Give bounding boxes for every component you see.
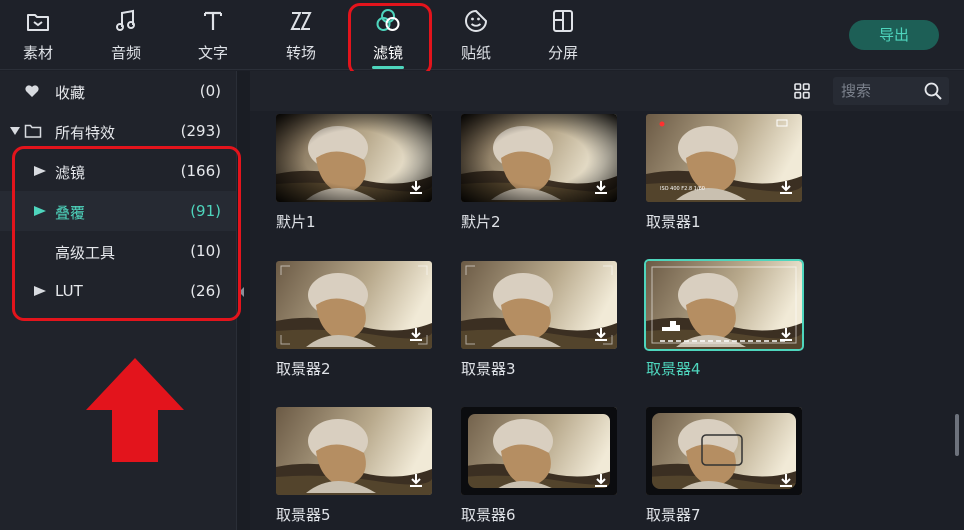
collapse-sidebar-icon[interactable] (239, 287, 244, 297)
music-note-icon (116, 9, 135, 31)
effect-thumbnail-card[interactable]: 取景器7 (646, 407, 802, 525)
effect-preview-image[interactable] (461, 407, 617, 495)
tab-stickers[interactable]: 贴纸 (440, 0, 512, 70)
svg-text:ISO 400 F2.8 1/60: ISO 400 F2.8 1/60 (660, 186, 705, 192)
effect-thumbnail-card[interactable]: 取景器2 (276, 261, 432, 379)
effect-thumbnail-label: 取景器7 (646, 506, 701, 524)
effect-preview-image[interactable] (646, 407, 802, 495)
effect-preview-image[interactable] (644, 259, 804, 351)
tab-split-screen[interactable]: 分屏 (527, 0, 599, 70)
sidebar-item-filters[interactable]: 滤镜 (166) (0, 151, 236, 191)
play-triangle-icon (34, 286, 46, 296)
tab-audio[interactable]: 音频 (90, 0, 162, 70)
search-icon[interactable] (923, 81, 943, 101)
effect-thumbnail-label: 取景器4 (646, 360, 701, 378)
effect-thumbnail-label: 默片1 (276, 213, 316, 231)
sidebar-item-label: 收藏 (55, 84, 86, 102)
sidebar-item-count: (166) (180, 162, 221, 180)
effect-thumbnail-label: 默片2 (461, 213, 501, 231)
tab-audio-label: 音频 (110, 44, 141, 62)
effect-thumbnail-card[interactable]: 默片2 (461, 114, 617, 232)
sidebar-item-favorites[interactable]: 收藏 (0) (0, 71, 236, 111)
sidebar-item-count: (91) (190, 202, 221, 220)
export-button[interactable]: 导出 (849, 20, 939, 50)
sidebar-item-label: LUT (55, 282, 83, 300)
filter-circles-icon (376, 9, 400, 31)
active-tab-indicator (372, 66, 404, 69)
tab-transition-label: 转场 (285, 44, 316, 62)
tab-text[interactable]: 文字 (177, 0, 249, 70)
effect-thumbnail-card[interactable]: 取景器6 (461, 407, 617, 525)
effect-thumbnail-card[interactable]: 取景器5 (276, 407, 432, 525)
heart-icon (25, 85, 39, 97)
effect-preview-image[interactable] (276, 114, 432, 202)
sidebar-item-advanced-tools[interactable]: 高级工具 (10) (0, 231, 236, 271)
sidebar-item-overlays[interactable]: 叠覆 (91) (0, 191, 236, 231)
download-icon[interactable] (778, 179, 794, 195)
sidebar-item-count: (293) (180, 122, 221, 140)
search-input[interactable] (841, 81, 921, 101)
text-icon (204, 11, 222, 30)
tab-filters[interactable]: 滤镜 (352, 0, 424, 70)
sidebar-item-label: 滤镜 (55, 164, 86, 182)
sidebar-item-count: (26) (190, 282, 221, 300)
effect-thumbnail-card[interactable]: 取景器4 (644, 259, 804, 379)
effect-thumbnail-card[interactable]: 默片1 (276, 114, 432, 232)
effect-thumbnail-label: 取景器3 (461, 360, 516, 378)
sticker-smiley-icon (465, 9, 488, 32)
effect-thumbnail-label: 取景器5 (276, 506, 331, 524)
effect-preview-image[interactable] (276, 261, 432, 349)
sidebar-item-label: 叠覆 (55, 204, 86, 222)
tab-transition[interactable]: 转场 (265, 0, 337, 70)
download-icon[interactable] (408, 472, 424, 488)
sidebar-item-label: 所有特效 (55, 124, 116, 142)
play-triangle-icon (34, 206, 46, 216)
tab-media[interactable]: 素材 (2, 0, 74, 70)
effect-thumbnail-label: 取景器2 (276, 360, 331, 378)
effect-preview-image[interactable] (276, 407, 432, 495)
content-scrollbar[interactable] (955, 414, 959, 456)
download-icon[interactable] (408, 179, 424, 195)
effect-preview-image[interactable] (461, 261, 617, 349)
effect-preview-image[interactable]: ISO 400 F2.8 1/60 (646, 114, 802, 202)
tab-media-label: 素材 (22, 44, 53, 62)
download-icon[interactable] (593, 326, 609, 342)
effect-thumbnail-card[interactable]: ISO 400 F2.8 1/60 取景器1 (646, 114, 802, 232)
sidebar-item-count: (0) (199, 82, 221, 100)
download-icon[interactable] (778, 326, 794, 342)
sidebar-item-count: (10) (190, 242, 221, 260)
download-icon[interactable] (593, 472, 609, 488)
top-toolbar: 素材 音频 文字 转场 滤镜 贴纸 分屏 导出 (0, 0, 964, 70)
grid-view-icon[interactable] (792, 81, 812, 101)
chevron-down-icon[interactable] (10, 127, 20, 135)
sidebar-divider[interactable] (236, 71, 250, 530)
content-header (250, 71, 964, 111)
folder-icon (27, 14, 49, 31)
search-box[interactable] (833, 77, 949, 105)
folder-icon (24, 124, 42, 138)
tab-stickers-label: 贴纸 (460, 44, 491, 62)
annotation-up-arrow-icon (86, 358, 184, 462)
download-icon[interactable] (593, 179, 609, 195)
effect-thumbnail-label: 取景器1 (646, 213, 701, 231)
transition-icon (290, 12, 312, 30)
split-screen-icon (553, 10, 573, 32)
effect-thumbnail-label: 取景器6 (461, 506, 516, 524)
effect-thumbnail-card[interactable]: 取景器3 (461, 261, 617, 379)
sidebar-item-label: 高级工具 (55, 244, 116, 262)
tab-filters-label: 滤镜 (372, 44, 403, 62)
download-icon[interactable] (778, 472, 794, 488)
tab-split-screen-label: 分屏 (547, 44, 578, 62)
sidebar-item-lut[interactable]: LUT (26) (0, 271, 236, 311)
download-icon[interactable] (408, 326, 424, 342)
sidebar-item-all-effects[interactable]: 所有特效 (293) (0, 111, 236, 151)
tab-text-label: 文字 (197, 44, 228, 62)
play-triangle-icon (34, 166, 46, 176)
effect-preview-image[interactable] (461, 114, 617, 202)
